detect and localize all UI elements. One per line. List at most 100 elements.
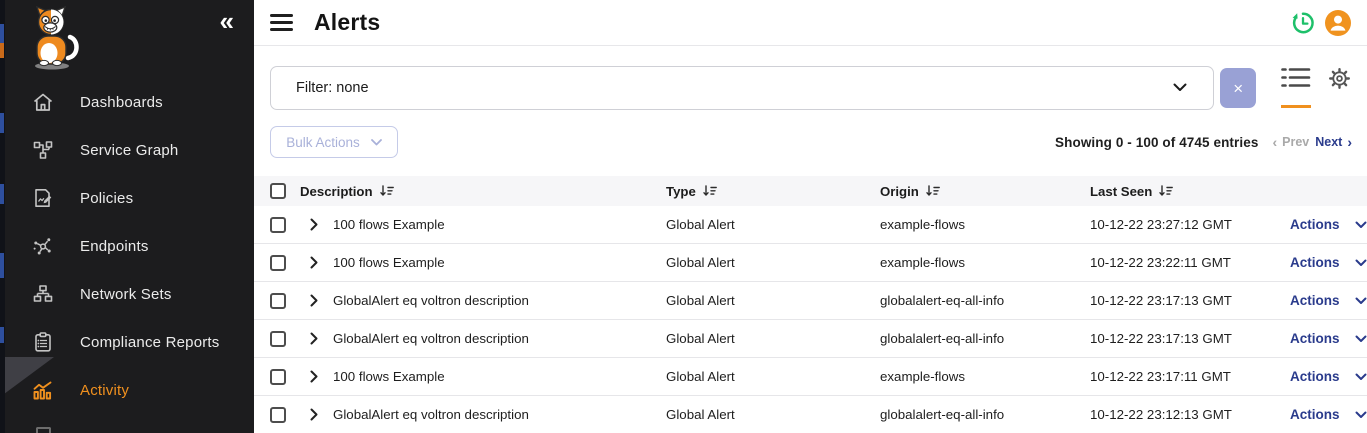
calico-cat-logo [24,6,82,72]
table-row[interactable]: 100 flows Example Global Alert example-f… [254,358,1367,396]
chevron-down-icon [371,139,382,146]
close-icon: × [1233,80,1243,97]
table-row[interactable]: GlobalAlert eq voltron description Globa… [254,320,1367,358]
prev-page-button[interactable]: ‹ Prev [1272,135,1309,149]
user-avatar-icon[interactable] [1324,9,1352,37]
alert-origin: example-flows [880,217,1090,232]
clear-filter-button[interactable]: × [1220,68,1256,108]
bulk-actions-label: Bulk Actions [286,135,360,150]
alert-description: GlobalAlert eq voltron description [333,293,529,308]
sidebar-item-label: Policies [80,190,133,207]
home-icon [31,91,54,114]
filter-row: Filter: none × [270,66,1352,110]
column-header-last-seen[interactable]: Last Seen [1090,184,1290,199]
table-row[interactable]: 100 flows Example Global Alert example-f… [254,206,1367,244]
sidebar: « Dashboards Service Graph [0,0,254,433]
row-checkbox[interactable] [270,255,286,271]
showing-entries-text: Showing 0 - 100 of 4745 entries [1055,135,1258,150]
actions-dropdown[interactable]: Actions [1290,407,1367,422]
hamburger-menu-icon[interactable] [270,14,293,31]
alert-last-seen: 10-12-22 23:22:11 GMT [1090,255,1290,270]
actions-label: Actions [1290,407,1340,422]
row-checkbox[interactable] [270,293,286,309]
filter-select[interactable]: Filter: none [270,66,1214,110]
alert-description: 100 flows Example [333,369,445,384]
chevron-down-icon [1355,335,1367,343]
row-checkbox[interactable] [270,331,286,347]
actions-dropdown[interactable]: Actions [1290,331,1367,346]
row-checkbox[interactable] [270,369,286,385]
sidebar-item-label: Service Graph [80,142,178,159]
chevron-left-icon: ‹ [1272,135,1277,149]
alert-origin: example-flows [880,369,1090,384]
sidebar-item-label: Dashboards [80,94,163,111]
alert-description: 100 flows Example [333,255,445,270]
main-content: Alerts [254,0,1367,433]
actions-dropdown[interactable]: Actions [1290,293,1367,308]
alert-type: Global Alert [666,217,880,232]
controls-row: Bulk Actions Showing 0 - 100 of 4745 ent… [270,126,1352,158]
prev-label: Prev [1282,135,1309,149]
actions-dropdown[interactable]: Actions [1290,369,1367,384]
sidebar-item-label: Endpoints [80,238,149,255]
bulk-actions-button[interactable]: Bulk Actions [270,126,398,158]
alert-last-seen: 10-12-22 23:17:13 GMT [1090,293,1290,308]
chevron-right-icon: › [1347,135,1352,149]
expand-row-icon[interactable] [310,294,318,307]
column-header-type[interactable]: Type [666,184,880,199]
chevron-down-icon [1355,411,1367,419]
compliance-reports-icon [31,331,54,354]
alert-origin: globalalert-eq-all-info [880,331,1090,346]
row-checkbox[interactable] [270,217,286,233]
column-header-description[interactable]: Description [300,184,666,199]
column-header-origin[interactable]: Origin [880,184,1090,199]
row-checkbox[interactable] [270,407,286,423]
alert-type: Global Alert [666,369,880,384]
history-icon[interactable] [1289,9,1317,37]
sidebar-item-label: Network Sets [80,286,172,303]
alert-type: Global Alert [666,407,880,422]
chevron-down-icon [1355,221,1367,229]
actions-label: Actions [1290,255,1340,270]
sort-icon [380,185,394,197]
actions-dropdown[interactable]: Actions [1290,255,1367,270]
table-row[interactable]: GlobalAlert eq voltron description Globa… [254,282,1367,320]
sidebar-item-label: Compliance Reports [80,334,220,351]
sidebar-item-policies[interactable]: Policies [0,174,254,222]
expand-row-icon[interactable] [310,408,318,421]
next-page-button[interactable]: Next › [1315,135,1352,149]
select-all-checkbox[interactable] [270,183,286,199]
sort-icon [926,185,940,197]
actions-label: Actions [1290,369,1340,384]
chevron-down-icon [1355,259,1367,267]
policies-icon [31,187,54,210]
sidebar-item-dashboards[interactable]: Dashboards [0,78,254,126]
actions-dropdown[interactable]: Actions [1290,217,1367,232]
list-view-icon[interactable] [1281,66,1311,108]
sidebar-item-endpoints[interactable]: Endpoints [0,222,254,270]
alert-last-seen: 10-12-22 23:17:11 GMT [1090,369,1290,384]
sidebar-item-partial-icon [36,427,51,433]
alert-last-seen: 10-12-22 23:27:12 GMT [1090,217,1290,232]
sidebar-item-service-graph[interactable]: Service Graph [0,126,254,174]
sidebar-item-network-sets[interactable]: Network Sets [0,270,254,318]
expand-row-icon[interactable] [310,256,318,269]
chevron-down-icon [1173,79,1187,97]
chevron-down-icon [1355,373,1367,381]
alert-last-seen: 10-12-22 23:12:13 GMT [1090,407,1290,422]
sidebar-collapse-button[interactable]: « [220,8,234,34]
expand-row-icon[interactable] [310,332,318,345]
sidebar-item-label: Activity [80,382,129,399]
table-row[interactable]: 100 flows Example Global Alert example-f… [254,244,1367,282]
expand-row-icon[interactable] [310,370,318,383]
settings-gear-icon[interactable] [1327,66,1352,110]
alert-description: 100 flows Example [333,217,445,232]
network-sets-icon [31,283,54,306]
sidebar-item-activity[interactable]: Activity [0,366,254,414]
app-window: « Dashboards Service Graph [0,0,1367,433]
alert-origin: example-flows [880,255,1090,270]
actions-label: Actions [1290,331,1340,346]
endpoints-icon [31,235,54,258]
table-row[interactable]: GlobalAlert eq voltron description Globa… [254,396,1367,433]
expand-row-icon[interactable] [310,218,318,231]
